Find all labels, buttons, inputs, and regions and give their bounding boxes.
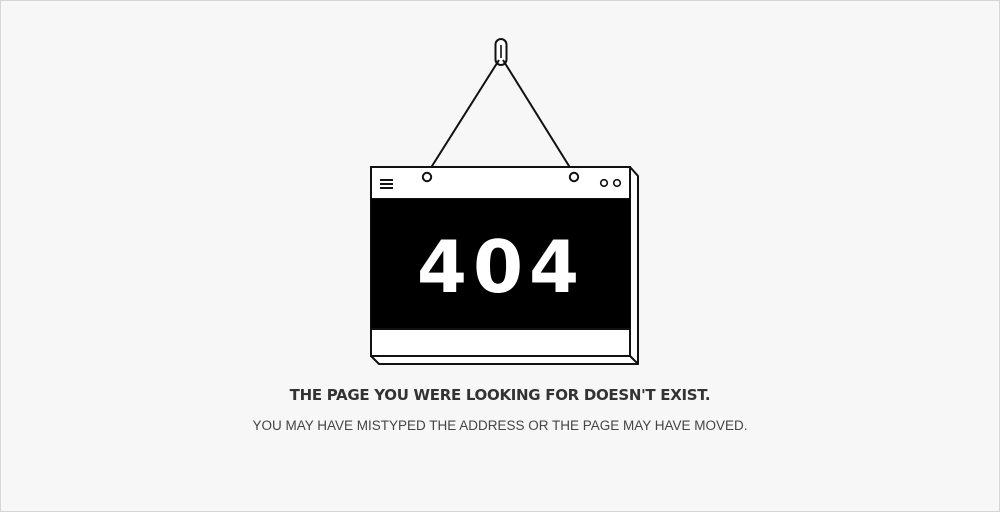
error-code: 404	[417, 225, 585, 309]
hamburger-menu-icon	[380, 179, 393, 189]
error-headline: THE PAGE YOU WERE LOOKING FOR DOESN'T EX…	[289, 386, 711, 404]
error-subline: YOU MAY HAVE MISTYPED THE ADDRESS OR THE…	[252, 418, 748, 433]
hanging-sign-illustration: 404	[370, 38, 639, 365]
hanging-strings	[426, 59, 575, 175]
